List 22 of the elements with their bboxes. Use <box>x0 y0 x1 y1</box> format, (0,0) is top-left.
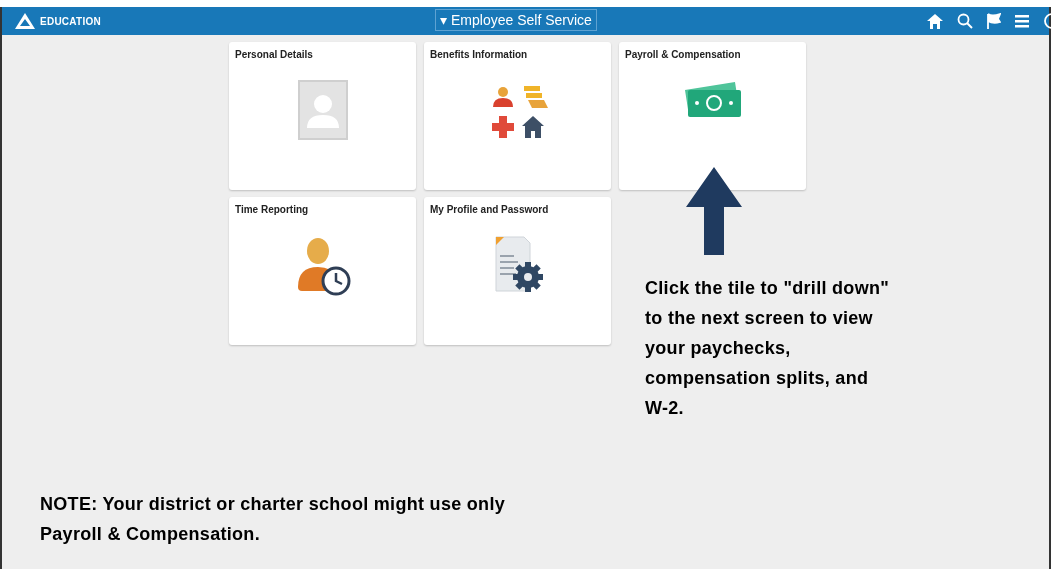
note-text: NOTE: Your district or charter school might use only Payroll & Compensation. <box>40 493 506 546</box>
tile-title: Personal Details <box>235 48 314 62</box>
tile[interactable]: My Profile and Password <box>424 197 611 345</box>
tile-title: Time Reporting <box>235 203 310 217</box>
triangle-logo-icon <box>14 12 36 30</box>
callout-text: Click the tile to "drill down" to the next screen to view your paychecks, compensation splits, and W-2. <box>645 277 891 420</box>
flag-icon[interactable] <box>987 13 1001 29</box>
avatar-placeholder-icon <box>297 80 348 140</box>
home-icon[interactable] <box>927 13 943 29</box>
search-icon[interactable] <box>957 13 973 29</box>
tile[interactable]: Time Reporting <box>229 197 416 345</box>
tile-title: My Profile and Password <box>430 203 550 217</box>
tile[interactable]: Payroll & Compensation <box>619 42 806 190</box>
tile[interactable]: Personal Details <box>229 42 416 190</box>
logo-text: EDUCATION <box>40 14 101 29</box>
tile-title: Benefits Information <box>430 48 529 62</box>
menu-icon[interactable] <box>1015 14 1029 28</box>
homepage-dropdown[interactable]: ▾ Employee Self Service <box>435 9 597 31</box>
money-icon <box>682 80 743 120</box>
tile[interactable]: Benefits Information <box>424 42 611 190</box>
up-arrow-icon <box>686 167 742 255</box>
tile-title: Payroll & Compensation <box>625 48 742 62</box>
